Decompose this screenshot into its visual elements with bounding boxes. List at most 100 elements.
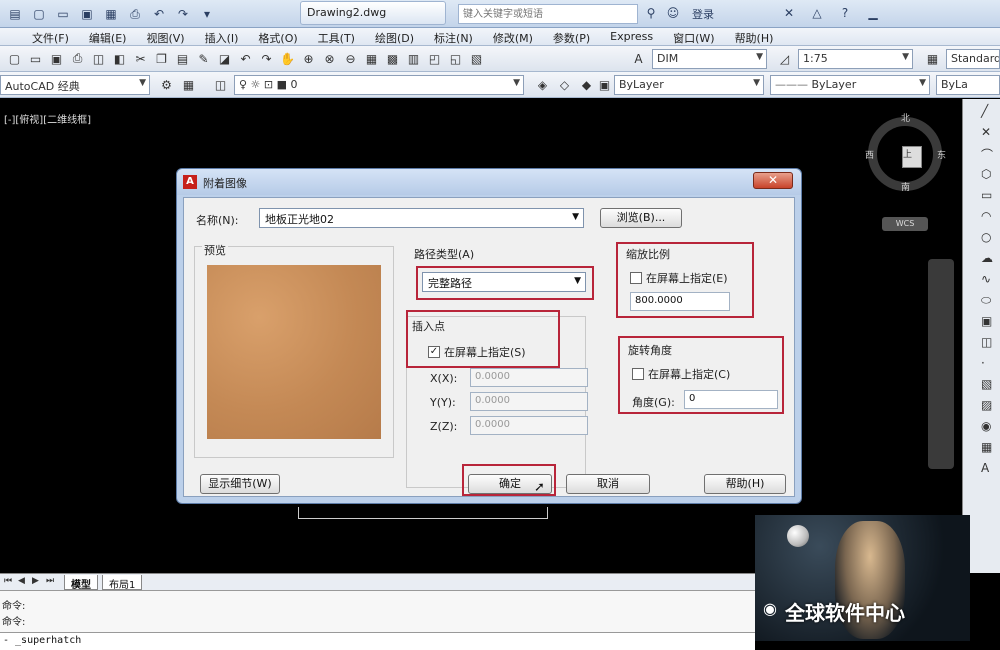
viewcube-face[interactable]: 上	[902, 146, 922, 168]
menu-item[interactable]: 视图(V)	[136, 28, 194, 45]
binoculars-icon[interactable]: ⚲	[642, 4, 660, 22]
make-block-icon[interactable]: ◫	[981, 335, 997, 351]
make-current-icon[interactable]: ◈	[534, 76, 551, 93]
last-tab-icon[interactable]: ⏭	[46, 576, 54, 586]
calculator-icon[interactable]: ▧	[468, 50, 485, 67]
polyline-icon[interactable]: ⌒	[981, 146, 997, 162]
document-tab[interactable]: Drawing2.dwg	[300, 1, 446, 25]
menu-item[interactable]: 参数(P)	[543, 28, 600, 45]
table-style-icon[interactable]: ▦	[924, 50, 941, 67]
new-icon[interactable]: ▢	[6, 50, 23, 67]
arc-icon[interactable]: ◠	[981, 209, 997, 225]
print-icon[interactable]: ⎙	[126, 5, 144, 23]
menu-item[interactable]: 工具(T)	[308, 28, 365, 45]
app-menu-icon[interactable]: ▤	[6, 5, 24, 23]
layer-previous-icon[interactable]: ◇	[556, 76, 573, 93]
scale-combo[interactable]: 1:75 ▼	[798, 49, 913, 69]
save-icon[interactable]: ▣	[48, 50, 65, 67]
lineweight-combo[interactable]: ByLa	[936, 75, 1000, 95]
mtext-icon[interactable]: A	[981, 461, 997, 477]
layer-combo[interactable]: ♀ ☼ ⊡ ■ 0 ▼	[234, 75, 524, 95]
help-icon[interactable]: ?	[836, 4, 854, 22]
wcs-menu[interactable]: WCS	[882, 217, 928, 231]
compass-east[interactable]: 东	[937, 148, 946, 161]
menu-item[interactable]: 标注(N)	[424, 28, 483, 45]
navigation-bar[interactable]	[928, 259, 954, 469]
spline-icon[interactable]: ∿	[981, 272, 997, 288]
circle-icon[interactable]: ○	[981, 230, 997, 246]
menu-item[interactable]: 修改(M)	[483, 28, 543, 45]
redo-icon[interactable]: ↷	[258, 50, 275, 67]
linetype-combo[interactable]: ——— ByLayer ▼	[770, 75, 930, 95]
workspace-icon[interactable]: ▦	[180, 76, 197, 93]
paste-icon[interactable]: ▤	[174, 50, 191, 67]
x-field[interactable]: 0.0000	[470, 368, 588, 387]
redo-icon[interactable]: ↷	[174, 5, 192, 23]
polygon-icon[interactable]: ⬡	[981, 167, 997, 183]
open-folder-icon[interactable]: ▭	[54, 5, 72, 23]
save-as-icon[interactable]: ▦	[102, 5, 120, 23]
y-field[interactable]: 0.0000	[470, 392, 588, 411]
publish-icon[interactable]: ◧	[111, 50, 128, 67]
undo-icon[interactable]: ↶	[150, 5, 168, 23]
markup-icon[interactable]: ◱	[447, 50, 464, 67]
menu-item[interactable]: 绘图(D)	[365, 28, 424, 45]
menu-item[interactable]: 窗口(W)	[663, 28, 724, 45]
zoom-window-icon[interactable]: ⊗	[321, 50, 338, 67]
next-tab-icon[interactable]: ▶	[32, 576, 39, 586]
menu-item[interactable]: 文件(F)	[22, 28, 79, 45]
cut-icon[interactable]: ✂	[132, 50, 149, 67]
workspace-combo[interactable]: AutoCAD 经典 ▼	[0, 75, 150, 95]
layer-manager-icon[interactable]: ◫	[212, 76, 229, 93]
search-input[interactable]	[458, 4, 638, 24]
warning-icon[interactable]: △	[808, 4, 826, 22]
browse-button[interactable]: 浏览(B)...	[600, 208, 682, 228]
tool-palettes-icon[interactable]: ▥	[405, 50, 422, 67]
properties-icon[interactable]: ▦	[363, 50, 380, 67]
construction-line-icon[interactable]: ✕	[981, 125, 997, 141]
menu-item[interactable]: 编辑(E)	[79, 28, 137, 45]
viewport-label[interactable]: [-][俯视][二维线框]	[4, 111, 91, 126]
scale-on-screen-row[interactable]: 在屏幕上指定(E)	[630, 270, 728, 286]
new-file-icon[interactable]: ▢	[30, 5, 48, 23]
tab-layout1[interactable]: 布局1	[102, 575, 143, 591]
insertion-on-screen-row[interactable]: ✓ 在屏幕上指定(S)	[428, 344, 526, 360]
compass-north[interactable]: 北	[901, 111, 910, 124]
settings-gear-icon[interactable]: ⚙	[158, 76, 175, 93]
dimension-icon[interactable]: ◿	[776, 50, 793, 67]
plot-icon[interactable]: ⎙	[69, 50, 86, 67]
hatch-icon[interactable]: ▧	[981, 377, 997, 393]
color-combo[interactable]: ByLayer ▼	[614, 75, 764, 95]
line-tool-icon[interactable]: ╱	[981, 104, 997, 120]
menu-item[interactable]: Express	[600, 28, 663, 45]
dropdown-chevron-icon[interactable]: ▾	[198, 5, 216, 23]
close-icon[interactable]: ✕	[753, 172, 793, 189]
name-combo[interactable]: 地板正光地02 ▼	[259, 208, 584, 228]
sheet-set-icon[interactable]: ◰	[426, 50, 443, 67]
pan-icon[interactable]: ✋	[279, 50, 296, 67]
z-field[interactable]: 0.0000	[470, 416, 588, 435]
menu-item[interactable]: 格式(O)	[248, 28, 307, 45]
first-tab-icon[interactable]: ⏮	[4, 576, 12, 586]
revcloud-icon[interactable]: ☁	[981, 251, 997, 267]
cancel-button[interactable]: 取消	[566, 474, 650, 494]
command-input[interactable]: - _superhatch	[0, 632, 755, 650]
text-style-icon[interactable]: A	[630, 50, 647, 67]
layer-tools-icon[interactable]: ▣	[596, 76, 613, 93]
zoom-realtime-icon[interactable]: ⊕	[300, 50, 317, 67]
minimize-icon[interactable]: ▁	[864, 4, 882, 22]
scale-on-screen-checkbox[interactable]	[630, 272, 642, 284]
prev-tab-icon[interactable]: ◀	[18, 576, 25, 586]
menu-item[interactable]: 插入(I)	[195, 28, 249, 45]
dim-style-combo[interactable]: DIM ▼	[652, 49, 767, 69]
tab-model[interactable]: 模型	[64, 575, 98, 591]
design-center-icon[interactable]: ▩	[384, 50, 401, 67]
layer-states-icon[interactable]: ◆	[578, 76, 595, 93]
open-icon[interactable]: ▭	[27, 50, 44, 67]
undo-icon[interactable]: ↶	[237, 50, 254, 67]
match-properties-icon[interactable]: ✎	[195, 50, 212, 67]
compass-west[interactable]: 西	[865, 148, 874, 161]
viewcube[interactable]: 北 南 东 西 上	[865, 114, 946, 193]
save-icon[interactable]: ▣	[78, 5, 96, 23]
rectangle-icon[interactable]: ▭	[981, 188, 997, 204]
